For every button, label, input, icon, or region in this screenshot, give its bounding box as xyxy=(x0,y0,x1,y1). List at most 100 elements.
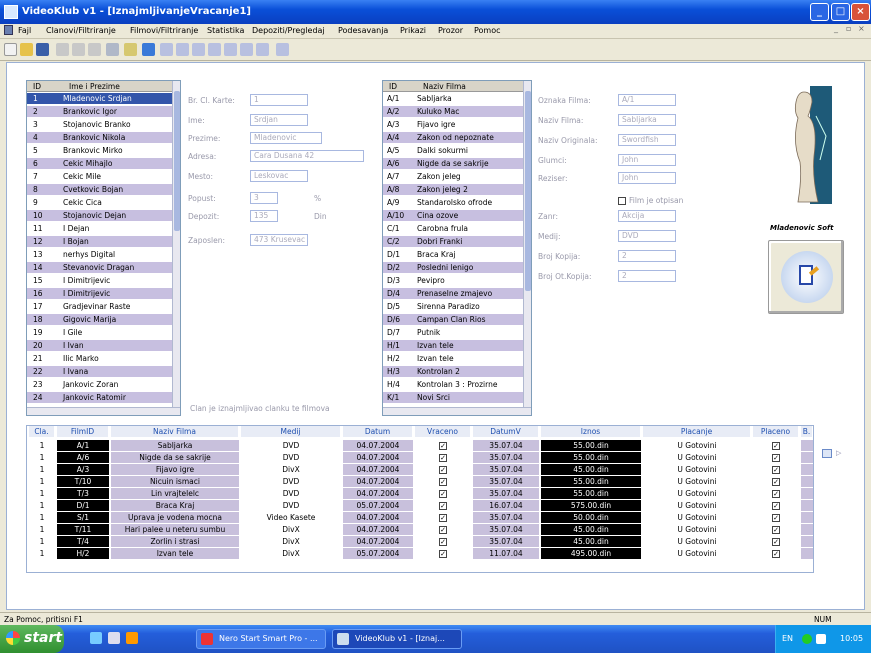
member-row[interactable]: 17 Gradjevinar Raste xyxy=(27,301,174,312)
returned-checkbox[interactable]: ✓ xyxy=(415,524,471,535)
paste-icon[interactable] xyxy=(88,43,101,56)
grid-row[interactable]: 1 A/1 Sabljarka DVD 04.07.2004 35.07.04 55.00.… xyxy=(27,440,813,451)
grid-column-header[interactable]: Vraceno xyxy=(415,426,471,437)
film-row[interactable]: C/2 Dobri Franki xyxy=(383,236,525,247)
column-header-name[interactable]: Ime i Prezime xyxy=(69,81,120,91)
menu-item-filmovi[interactable]: Filmovi/Filtriranje xyxy=(130,26,198,35)
film-row[interactable]: D/1 Braca Kraj xyxy=(383,249,525,260)
save-icon[interactable] xyxy=(36,43,49,56)
returned-checkbox[interactable]: ✓ xyxy=(415,464,471,475)
start-button[interactable]: start xyxy=(0,625,64,653)
grid-column-header[interactable]: Placeno xyxy=(753,426,799,437)
paid-checkbox[interactable]: ✓ xyxy=(753,548,799,559)
film-row[interactable]: D/7 Putnik xyxy=(383,327,525,338)
member-row[interactable]: 9 Cekic Cica xyxy=(27,197,174,208)
help-icon[interactable] xyxy=(124,43,137,56)
member-row[interactable]: 12 I Bojan xyxy=(27,236,174,247)
film-row[interactable]: A/3 Fijavo igre xyxy=(383,119,525,130)
mdi-minimize-icon[interactable]: _ xyxy=(834,24,838,33)
tray-volume-icon[interactable] xyxy=(816,634,826,644)
member-field-input[interactable]: Srdjan xyxy=(250,114,308,126)
grid-row[interactable]: 1 T/3 Lin vrajtelelc DVD 04.07.2004 35.07.04 5… xyxy=(27,488,813,499)
paid-checkbox[interactable]: ✓ xyxy=(753,488,799,499)
film-field-input[interactable]: John xyxy=(618,154,676,166)
film-field-input[interactable]: Sabljarka xyxy=(618,114,676,126)
window-icon[interactable] xyxy=(256,43,269,56)
returned-checkbox[interactable]: ✓ xyxy=(415,512,471,523)
quicklaunch-ie-icon[interactable] xyxy=(90,632,102,644)
film-row[interactable]: A/10 Cina ozove xyxy=(383,210,525,221)
returned-checkbox[interactable]: ✓ xyxy=(415,548,471,559)
film-row[interactable]: A/1 Sabljarka xyxy=(383,93,525,104)
grid-row[interactable]: 1 T/11 Hari palee u neteru sumbu DivX 04.07.… xyxy=(27,524,813,535)
member-row[interactable]: 23 Jankovic Zoran xyxy=(27,379,174,390)
close-button[interactable]: × xyxy=(851,3,870,21)
rent-return-button[interactable] xyxy=(768,240,844,314)
task-nero[interactable]: Nero Start Smart Pro - ... xyxy=(196,629,326,649)
rentals-grid[interactable]: Cla. FilmID Naziv Filma Medij Datum Vraceno Da… xyxy=(26,425,814,573)
grid-column-header[interactable]: Cla. xyxy=(29,426,55,437)
paid-checkbox[interactable]: ✓ xyxy=(753,476,799,487)
member-row[interactable]: 8 Cvetkovic Bojan xyxy=(27,184,174,195)
member-row[interactable]: 18 Gigovic Marija xyxy=(27,314,174,325)
menu-item-prozor[interactable]: Prozor xyxy=(438,26,463,35)
member-row[interactable]: 10 Stojanovic Dejan xyxy=(27,210,174,221)
member-row[interactable]: 11 I Dejan xyxy=(27,223,174,234)
column-header-film-name[interactable]: Naziv Filma xyxy=(423,81,466,91)
member-row[interactable]: 20 I Ivan xyxy=(27,340,174,351)
member-row[interactable]: 2 Brankovic Igor xyxy=(27,106,174,117)
tray-security-icon[interactable] xyxy=(802,634,812,644)
member-field-input[interactable]: 473 Krusevac xyxy=(250,234,308,246)
grid-row[interactable]: 1 T/4 Zorlin i strasi DivX 04.07.2004 35.07.0… xyxy=(27,536,813,547)
film-field-input[interactable]: John xyxy=(618,172,676,184)
returned-checkbox[interactable]: ✓ xyxy=(415,536,471,547)
grid-column-header[interactable]: Placanje xyxy=(643,426,751,437)
paid-checkbox[interactable]: ✓ xyxy=(753,536,799,547)
returned-checkbox[interactable]: ✓ xyxy=(415,476,471,487)
film-field-input[interactable]: DVD xyxy=(618,230,676,242)
member-field-input[interactable]: Leskovac xyxy=(250,170,308,182)
film-row[interactable]: D/6 Campan Clan Rios xyxy=(383,314,525,325)
grid-row[interactable]: 1 S/1 Uprava je vodena mocna Video Kasete 04… xyxy=(27,512,813,523)
film-row[interactable]: H/2 Izvan tele xyxy=(383,353,525,364)
films-icon[interactable] xyxy=(160,43,173,56)
menu-item-statistika[interactable]: Statistika xyxy=(207,26,244,35)
member-row[interactable]: 22 I Ivana xyxy=(27,366,174,377)
returned-checkbox[interactable]: ✓ xyxy=(415,440,471,451)
grid-row[interactable]: 1 D/1 Braca Kraj DVD 05.07.2004 16.07.04 575.0… xyxy=(27,500,813,511)
film-field-input[interactable]: Swordfish xyxy=(618,134,676,146)
films-list[interactable]: ID Naziv Filma A/1 Sabljarka A/2 Kuluko Mac A/… xyxy=(382,80,532,416)
films-horizontal-scrollbar[interactable] xyxy=(383,407,531,415)
member-row[interactable]: 14 Stevanovic Dragan xyxy=(27,262,174,273)
film-row[interactable]: K/1 Novi Srci xyxy=(383,392,525,403)
member-field-input[interactable]: 135 xyxy=(250,210,278,222)
mdi-close-icon[interactable]: × xyxy=(858,24,865,33)
column-header-id[interactable]: ID xyxy=(33,81,41,91)
member-field-input[interactable]: Mladenovic xyxy=(250,132,322,144)
film-row[interactable]: D/4 Prenaselne zmajevo xyxy=(383,288,525,299)
film-row[interactable]: A/6 Nigde da se sakrije xyxy=(383,158,525,169)
member-field-input[interactable]: 1 xyxy=(250,94,308,106)
film-row[interactable]: D/2 Posledni lenigo xyxy=(383,262,525,273)
grid-row[interactable]: 1 T/10 Nicuin ismaci DVD 04.07.2004 35.07.04 5… xyxy=(27,476,813,487)
menu-item-fajl[interactable]: Fajl xyxy=(18,26,31,35)
menu-item-pomoc[interactable]: Pomoc xyxy=(474,26,501,35)
quicklaunch-media-icon[interactable] xyxy=(126,632,138,644)
member-row[interactable]: 6 Cekic Mihajlo xyxy=(27,158,174,169)
grid-column-header[interactable]: Medij xyxy=(241,426,341,437)
returned-checkbox[interactable]: ✓ xyxy=(415,452,471,463)
quicklaunch-desktop-icon[interactable] xyxy=(108,632,120,644)
language-indicator[interactable]: EN xyxy=(782,634,793,643)
checkbox-icon[interactable] xyxy=(618,197,626,205)
member-row[interactable]: 16 I Dimitrijevic xyxy=(27,288,174,299)
paid-checkbox[interactable]: ✓ xyxy=(753,452,799,463)
rent-icon[interactable] xyxy=(176,43,189,56)
maximize-button[interactable]: □ xyxy=(831,3,850,21)
member-field-input[interactable]: Cara Dusana 42 xyxy=(250,150,364,162)
paid-checkbox[interactable]: ✓ xyxy=(753,464,799,475)
member-row[interactable]: 3 Stojanovic Branko xyxy=(27,119,174,130)
menu-item-depoziti[interactable]: Depoziti/Pregledaj xyxy=(252,26,325,35)
film-field-input[interactable]: 2 xyxy=(618,250,676,262)
grid-column-header[interactable]: B. xyxy=(801,426,813,437)
film-row[interactable]: H/4 Kontrolan 3 : Prozirne xyxy=(383,379,525,390)
